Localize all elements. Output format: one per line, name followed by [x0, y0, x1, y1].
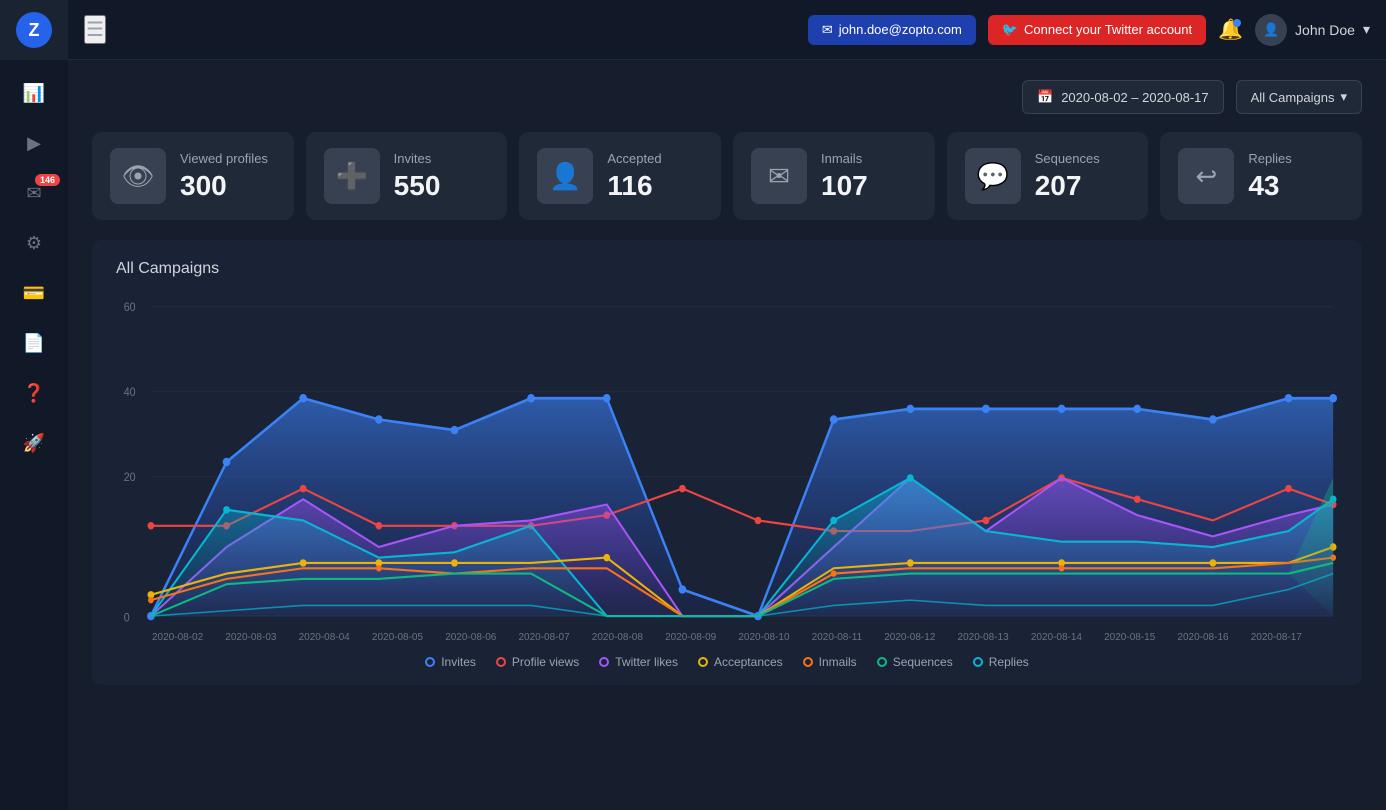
- twitter_likes-legend-dot: [599, 657, 609, 667]
- legend-item-invites: Invites: [425, 655, 476, 669]
- viewed-profiles-icon: 👁: [110, 148, 166, 204]
- invites-legend-label: Invites: [441, 655, 476, 669]
- stat-card-replies: ↩ Replies 43: [1160, 132, 1362, 220]
- stat-card-accepted: 👤 Accepted 116: [519, 132, 721, 220]
- top-controls: 📅 2020-08-02 – 2020-08-17 All Campaigns …: [92, 80, 1362, 114]
- logo-icon: Z: [16, 12, 52, 48]
- stat-card-invites: ➕ Invites 550: [306, 132, 508, 220]
- sidebar-logo[interactable]: Z: [0, 0, 68, 60]
- twitter-connect-button[interactable]: 🐦 Connect your Twitter account: [988, 15, 1206, 45]
- accepted-icon: 👤: [537, 148, 593, 204]
- inmails-legend-dot: [803, 657, 813, 667]
- replies-legend-label: Replies: [989, 655, 1029, 669]
- chart-legend: Invites Profile views Twitter likes Acce…: [116, 655, 1338, 669]
- launch-icon: 🚀: [23, 433, 45, 454]
- sidebar: Z 📊 ▶ ✉146 ⚙ 💳 📄 ❓ 🚀: [0, 0, 68, 810]
- viewed-profiles-value: 300: [180, 170, 268, 202]
- campaigns-filter-button[interactable]: All Campaigns ▾: [1236, 80, 1362, 114]
- svg-text:40: 40: [124, 387, 136, 400]
- sequences-icon: 💬: [965, 148, 1021, 204]
- stat-card-inmails: ✉ Inmails 107: [733, 132, 935, 220]
- invites-value: 550: [394, 170, 441, 202]
- replies-value: 43: [1248, 170, 1291, 202]
- replies-label: Replies: [1248, 151, 1291, 166]
- stat-card-viewed-profiles: 👁 Viewed profiles 300: [92, 132, 294, 220]
- sidebar-item-help[interactable]: ❓: [0, 370, 68, 416]
- dashboard-icon: 📊: [23, 83, 45, 104]
- inmails-value: 107: [821, 170, 868, 202]
- sidebar-nav: 📊 ▶ ✉146 ⚙ 💳 📄 ❓ 🚀: [0, 60, 68, 476]
- chart-card: All Campaigns 60 40 20 0: [92, 240, 1362, 685]
- settings-icon: ⚙: [26, 233, 42, 254]
- sidebar-item-billing[interactable]: 💳: [0, 270, 68, 316]
- invites-icon: ➕: [324, 148, 380, 204]
- viewed-profiles-label: Viewed profiles: [180, 151, 268, 166]
- accepted-value: 116: [607, 170, 661, 202]
- acceptances-legend-label: Acceptances: [714, 655, 783, 669]
- sequences-label: Sequences: [1035, 151, 1100, 166]
- legend-item-twitter_likes: Twitter likes: [599, 655, 678, 669]
- header: ☰ ✉ john.doe@zopto.com 🐦 Connect your Tw…: [68, 0, 1386, 60]
- avatar: 👤: [1255, 14, 1287, 46]
- chart-container: 60 40 20 0: [116, 292, 1338, 632]
- date-range-button[interactable]: 📅 2020-08-02 – 2020-08-17: [1022, 80, 1224, 114]
- twitter-icon: 🐦: [1002, 22, 1018, 38]
- sidebar-item-dashboard[interactable]: 📊: [0, 70, 68, 116]
- replies-icon: ↩: [1178, 148, 1234, 204]
- profile_views-legend-dot: [496, 657, 506, 667]
- legend-item-acceptances: Acceptances: [698, 655, 783, 669]
- invites-label: Invites: [394, 151, 441, 166]
- invites-legend-dot: [425, 657, 435, 667]
- acceptances-legend-dot: [698, 657, 708, 667]
- stat-card-sequences: 💬 Sequences 207: [947, 132, 1149, 220]
- play-icon: ▶: [27, 133, 41, 154]
- sequences-legend-dot: [877, 657, 887, 667]
- user-menu-button[interactable]: 👤 John Doe ▾: [1255, 14, 1370, 46]
- content-area: 📅 2020-08-02 – 2020-08-17 All Campaigns …: [68, 60, 1386, 810]
- svg-text:60: 60: [124, 302, 136, 315]
- stats-row: 👁 Viewed profiles 300 ➕ Invites 550 👤 Ac…: [92, 132, 1362, 220]
- hamburger-button[interactable]: ☰: [84, 15, 106, 44]
- sidebar-item-docs[interactable]: 📄: [0, 320, 68, 366]
- sidebar-item-settings[interactable]: ⚙: [0, 220, 68, 266]
- email-button[interactable]: ✉ john.doe@zopto.com: [808, 15, 976, 45]
- sequences-value: 207: [1035, 170, 1100, 202]
- chart-title: All Campaigns: [116, 260, 1338, 278]
- help-icon: ❓: [23, 383, 45, 404]
- replies-legend-dot: [973, 657, 983, 667]
- legend-item-inmails: Inmails: [803, 655, 857, 669]
- inmails-legend-label: Inmails: [819, 655, 857, 669]
- docs-icon: 📄: [23, 333, 45, 354]
- sidebar-item-play[interactable]: ▶: [0, 120, 68, 166]
- badge-mail: 146: [35, 174, 60, 186]
- legend-item-replies: Replies: [973, 655, 1029, 669]
- inmails-label: Inmails: [821, 151, 868, 166]
- main-area: ☰ ✉ john.doe@zopto.com 🐦 Connect your Tw…: [68, 0, 1386, 810]
- sequences-legend-label: Sequences: [893, 655, 953, 669]
- notifications-button[interactable]: 🔔: [1218, 17, 1243, 42]
- accepted-label: Accepted: [607, 151, 661, 166]
- notification-dot: [1233, 19, 1241, 27]
- chart-svg: 60 40 20 0: [116, 292, 1338, 632]
- legend-item-sequences: Sequences: [877, 655, 953, 669]
- billing-icon: 💳: [23, 283, 45, 304]
- svg-text:0: 0: [124, 612, 130, 625]
- calendar-icon: 📅: [1037, 89, 1053, 105]
- legend-item-profile_views: Profile views: [496, 655, 579, 669]
- sidebar-item-launch[interactable]: 🚀: [0, 420, 68, 466]
- inmails-icon: ✉: [751, 148, 807, 204]
- email-icon: ✉: [822, 22, 833, 38]
- sidebar-item-mail[interactable]: ✉146: [0, 170, 68, 216]
- svg-text:20: 20: [124, 472, 136, 485]
- twitter_likes-legend-label: Twitter likes: [615, 655, 678, 669]
- profile_views-legend-label: Profile views: [512, 655, 579, 669]
